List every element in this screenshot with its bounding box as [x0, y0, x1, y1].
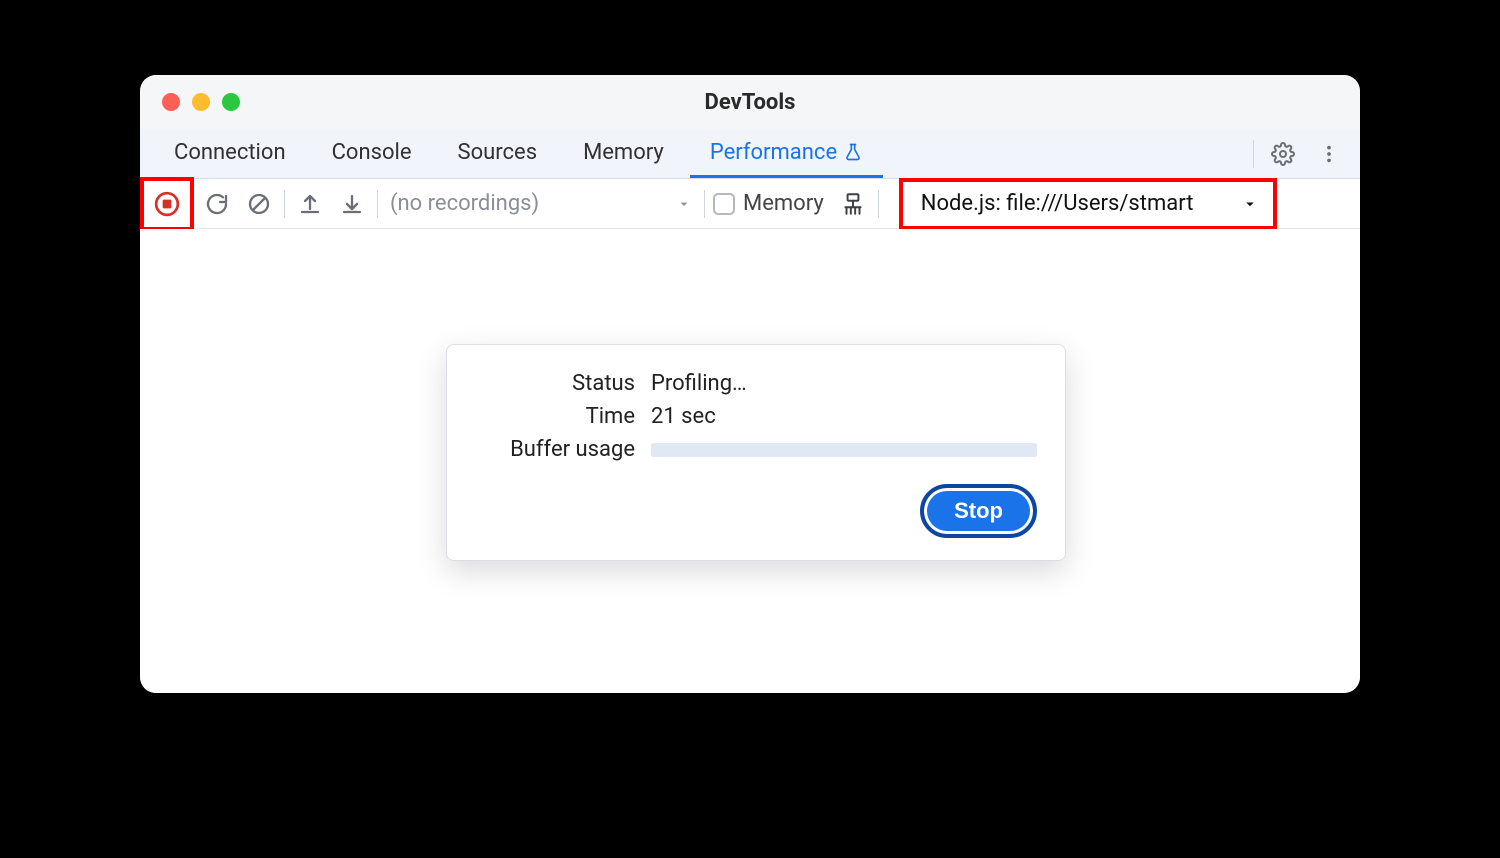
recordings-select[interactable]: (no recordings): [386, 191, 696, 216]
tabbar: Connection Console Sources Memory Perfor…: [140, 129, 1360, 179]
recordings-placeholder: (no recordings): [390, 191, 539, 216]
window-titlebar: DevTools: [140, 75, 1360, 129]
time-label: Time: [475, 404, 635, 429]
tab-console[interactable]: Console: [312, 129, 432, 178]
performance-content: Status Profiling… Time 21 sec Buffer usa…: [140, 229, 1360, 693]
performance-toolbar: (no recordings) Memory Node.js: file:///…: [140, 179, 1360, 229]
clear-icon[interactable]: [242, 187, 276, 221]
status-value: Profiling…: [651, 371, 1037, 396]
chevron-down-icon: [1241, 195, 1259, 213]
buffer-label: Buffer usage: [475, 437, 635, 462]
more-icon[interactable]: [1312, 137, 1346, 171]
fullscreen-window-button[interactable]: [222, 93, 240, 111]
tab-performance[interactable]: Performance: [690, 129, 883, 178]
gear-icon[interactable]: [1266, 137, 1300, 171]
divider: [1253, 140, 1254, 168]
tab-label: Sources: [458, 140, 538, 165]
flask-icon: [837, 142, 863, 162]
divider: [704, 190, 705, 218]
garbage-collect-icon[interactable]: [836, 187, 870, 221]
target-select[interactable]: Node.js: file:///Users/stmart: [899, 178, 1277, 230]
record-button[interactable]: [150, 187, 184, 221]
memory-label[interactable]: Memory: [743, 191, 824, 216]
status-label: Status: [475, 371, 635, 396]
close-window-button[interactable]: [162, 93, 180, 111]
chevron-down-icon: [676, 196, 692, 212]
target-select-label: Node.js: file:///Users/stmart: [921, 191, 1194, 216]
divider: [284, 190, 285, 218]
buffer-usage-bar: [651, 443, 1037, 457]
divider: [878, 190, 879, 218]
window-controls: [140, 93, 240, 111]
tab-label: Console: [332, 140, 412, 165]
tab-connection[interactable]: Connection: [154, 129, 306, 178]
tab-label: Performance: [710, 140, 837, 165]
tab-memory[interactable]: Memory: [563, 129, 684, 178]
reload-icon[interactable]: [200, 187, 234, 221]
tab-sources[interactable]: Sources: [438, 129, 558, 178]
minimize-window-button[interactable]: [192, 93, 210, 111]
divider: [377, 190, 378, 218]
time-value: 21 sec: [651, 404, 1037, 429]
download-icon[interactable]: [335, 187, 369, 221]
memory-checkbox[interactable]: [713, 193, 735, 215]
upload-icon[interactable]: [293, 187, 327, 221]
devtools-window: DevTools Connection Console Sources Memo…: [140, 75, 1360, 693]
tab-label: Memory: [583, 140, 664, 165]
highlight-record-button: [140, 177, 194, 231]
tab-label: Connection: [174, 140, 286, 165]
window-title: DevTools: [140, 90, 1360, 115]
stop-button[interactable]: Stop: [920, 484, 1037, 538]
profiling-dialog: Status Profiling… Time 21 sec Buffer usa…: [446, 344, 1066, 561]
